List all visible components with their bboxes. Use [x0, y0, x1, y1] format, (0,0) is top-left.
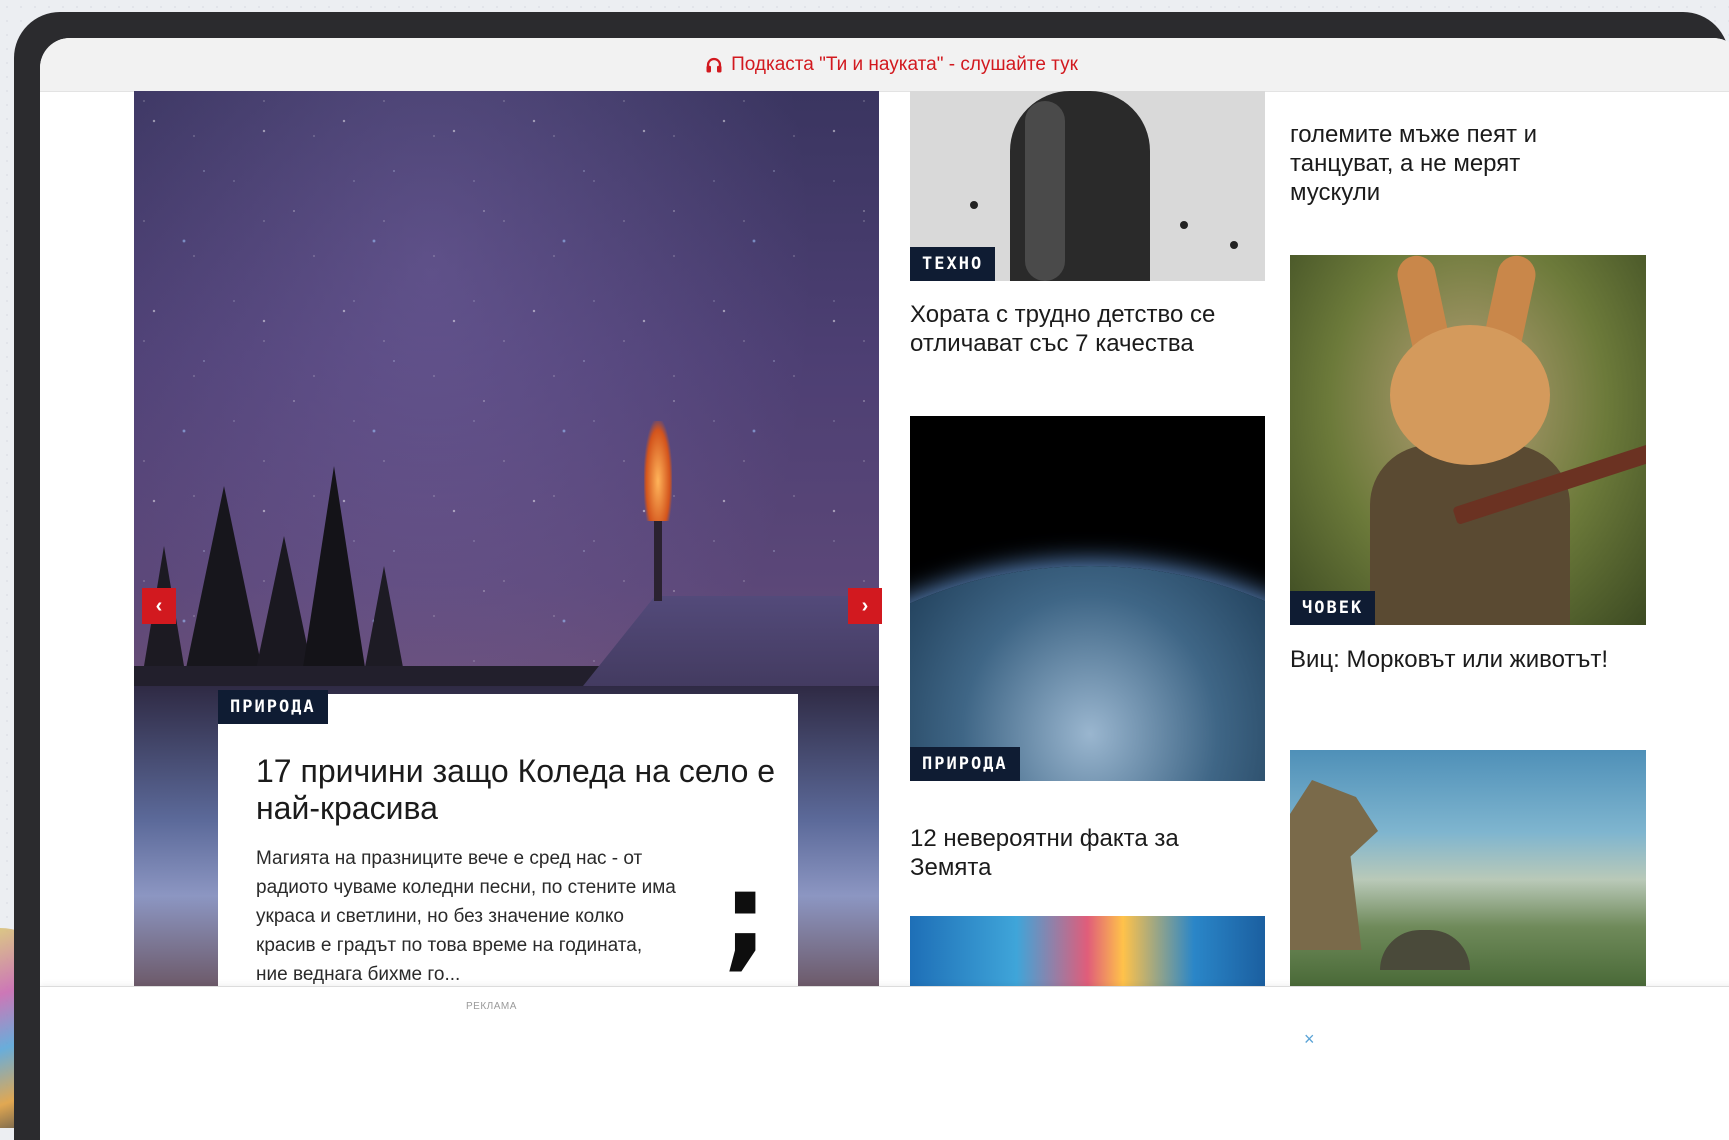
- ad-label: РЕКЛАМА: [466, 1001, 517, 1012]
- article-thumbnail-bunny[interactable]: ЧОВЕК: [1290, 255, 1646, 625]
- semicolon-logo-mark: ;: [722, 848, 769, 983]
- article-title[interactable]: Виц: Морковът или животът!: [1290, 645, 1620, 674]
- dinosaur-shape: [1380, 930, 1470, 970]
- article-title[interactable]: Хората с трудно детство се отличават със…: [910, 300, 1250, 358]
- category-badge[interactable]: ТЕХНО: [910, 247, 996, 281]
- close-icon[interactable]: ×: [1304, 1029, 1315, 1050]
- dot-decoration: [1180, 221, 1188, 229]
- podcast-banner[interactable]: Подкаста "Ти и науката" - слушайте тук: [40, 38, 1729, 92]
- slider-next-button[interactable]: ›: [848, 588, 882, 624]
- chevron-right-icon: ›: [861, 594, 869, 617]
- dot-decoration: [1230, 241, 1238, 249]
- hero-article-excerpt: Магията на празниците вече е сред нас - …: [256, 848, 676, 985]
- browser-screen: Подкаста "Ти и науката" - слушайте тук ‹: [40, 38, 1729, 1140]
- advertisement-bar: РЕКЛАМА ×: [40, 986, 1729, 1140]
- article-thumbnail-coral-reef[interactable]: [910, 916, 1265, 986]
- article-thumbnail-techno[interactable]: ТЕХНО: [910, 91, 1265, 281]
- dinosaur-shape: [1290, 780, 1378, 950]
- tablet-frame: Подкаста "Ти и науката" - слушайте тук ‹: [14, 12, 1729, 1140]
- chimney: [654, 521, 662, 601]
- category-badge[interactable]: ПРИРОДА: [910, 747, 1020, 781]
- headphones-icon: [706, 57, 722, 72]
- category-badge[interactable]: ЧОВЕК: [1290, 591, 1376, 625]
- bunny-body: [1370, 445, 1570, 625]
- dot-decoration: [970, 201, 978, 209]
- podcast-banner-text[interactable]: Подкаста "Ти и науката" - слушайте тук: [731, 54, 1078, 76]
- silhouette-highlight: [1025, 101, 1065, 281]
- article-thumbnail-earth[interactable]: ПРИРОДА: [910, 416, 1265, 781]
- hero-category-badge[interactable]: ПРИРОДА: [218, 690, 328, 724]
- article-thumbnail-dinosaurs[interactable]: [1290, 750, 1646, 986]
- hero-article-title[interactable]: 17 причини защо Коледа на село е най-кра…: [256, 753, 776, 827]
- article-title-partial[interactable]: големите мъже пеят и танцуват, а не меря…: [1290, 120, 1610, 207]
- article-title[interactable]: 12 невероятни факта за Земята: [910, 824, 1250, 882]
- chimney-flame: [644, 421, 672, 521]
- bunny-head: [1390, 325, 1550, 465]
- chevron-left-icon: ‹: [155, 594, 163, 617]
- slider-prev-button[interactable]: ‹: [142, 588, 176, 624]
